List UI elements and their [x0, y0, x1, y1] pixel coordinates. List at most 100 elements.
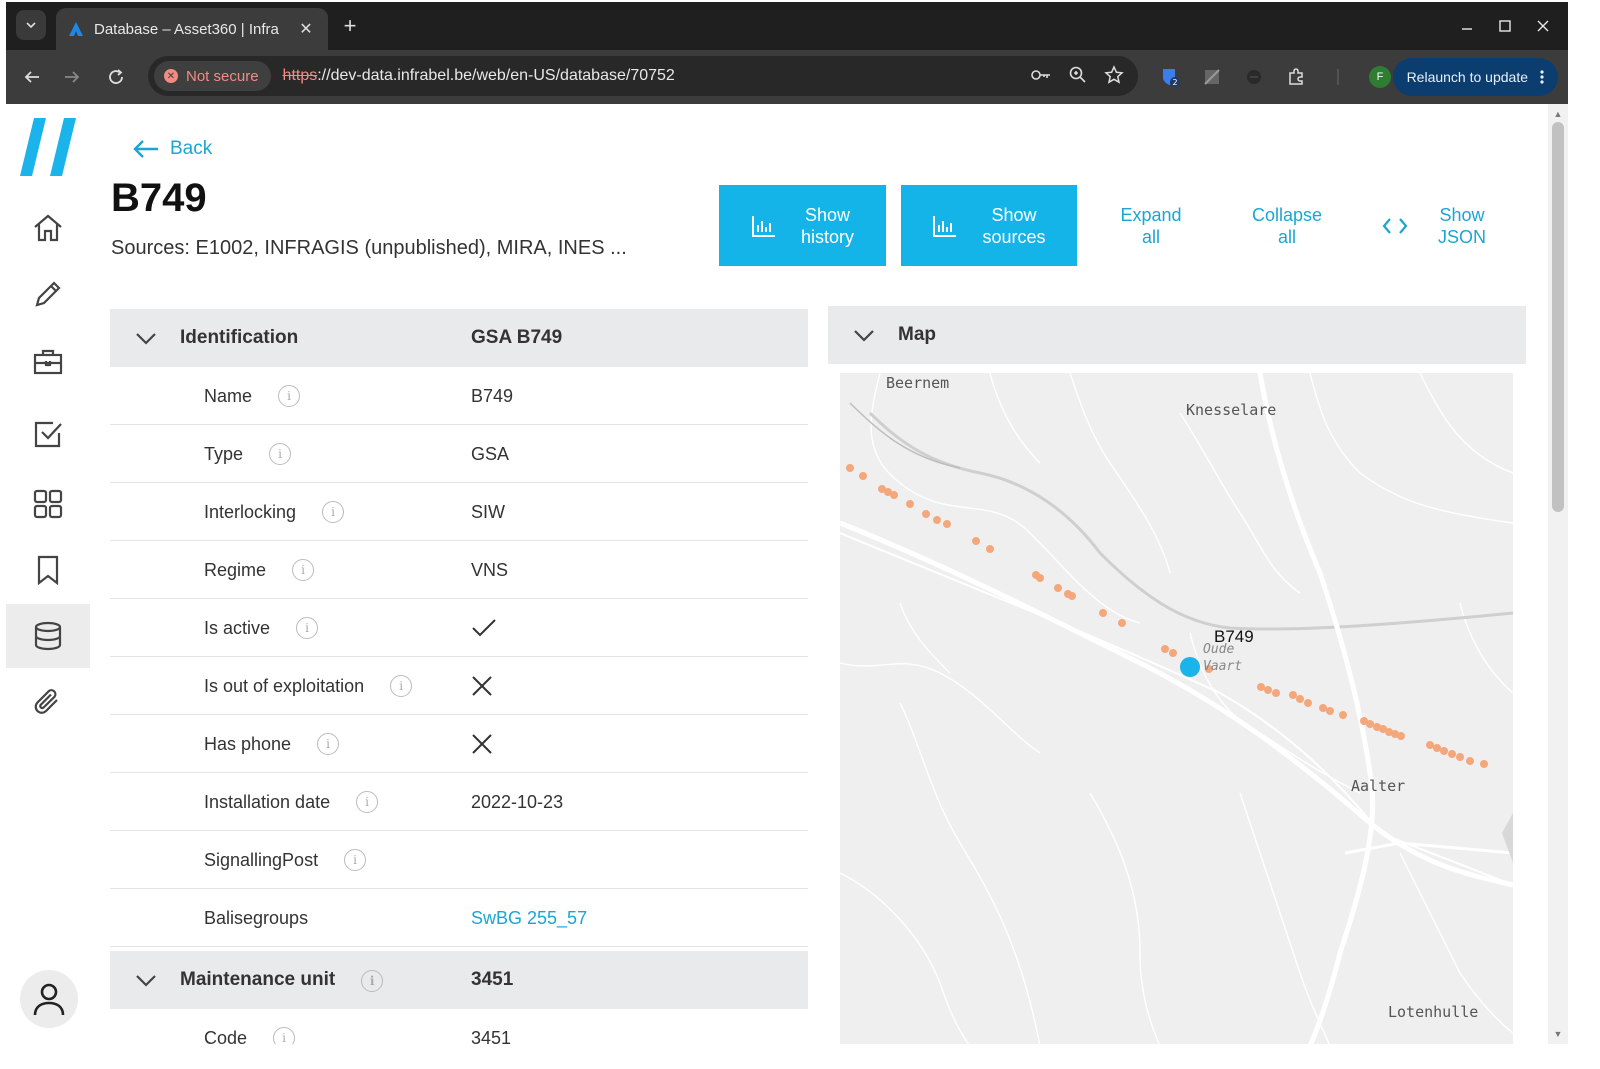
tab-title: Database – Asset360 | Infra — [94, 20, 279, 38]
table-row: SignallingPost i — [110, 831, 808, 889]
field-label: Type — [204, 443, 244, 464]
paperclip-icon — [34, 689, 58, 714]
info-icon[interactable]: i — [292, 559, 315, 581]
page-title: B749 — [111, 176, 207, 220]
asset-marker[interactable] — [1180, 657, 1200, 677]
key-icon[interactable] — [1030, 65, 1052, 90]
map-canvas[interactable]: Beernem Knesselare Aalter Lotenhulle Oud… — [840, 373, 1513, 1044]
asset360-logo-icon[interactable] — [20, 118, 80, 178]
minimize-icon[interactable] — [1448, 12, 1486, 40]
place-label: Lotenhulle — [1388, 1003, 1478, 1021]
collapse-all-button[interactable]: Collapse all — [1248, 204, 1326, 248]
sidebar — [6, 104, 90, 1044]
show-json-label: Show JSON — [1438, 205, 1487, 247]
scroll-thumb[interactable] — [1552, 122, 1564, 512]
toolbar-divider — [1324, 63, 1352, 91]
browser-chrome: Database – Asset360 | Infra ✕ + ✕ Not se… — [6, 2, 1568, 104]
maximize-icon[interactable] — [1486, 12, 1524, 40]
bar-chart-icon — [933, 215, 957, 237]
new-tab-button[interactable]: + — [336, 12, 364, 40]
info-icon[interactable]: i — [356, 791, 379, 813]
puzzle-extensions-icon[interactable] — [1282, 63, 1310, 91]
maintenance-unit-header[interactable]: Maintenance unit i 3451 — [110, 951, 808, 1009]
forward-arrow-icon[interactable] — [58, 63, 86, 91]
bookmark-star-icon[interactable] — [1104, 65, 1124, 90]
info-icon[interactable]: i — [361, 969, 384, 992]
balisegroup-link[interactable]: SwBG 255_57 — [471, 889, 587, 947]
identification-header[interactable]: Identification GSA B749 — [110, 309, 808, 367]
place-label: Beernem — [886, 374, 949, 392]
info-icon[interactable]: i — [317, 733, 340, 755]
browser-tab-active[interactable]: Database – Asset360 | Infra ✕ — [56, 8, 328, 50]
chevron-down-icon[interactable] — [134, 968, 158, 992]
sidebar-item-database[interactable] — [6, 604, 90, 668]
sidebar-item-edit[interactable] — [6, 262, 90, 326]
show-history-label: Show history — [800, 204, 854, 247]
field-label: Installation date — [204, 791, 331, 812]
page-scrollbar[interactable]: ▲ ▼ — [1548, 104, 1568, 1044]
table-row: Has phone i — [110, 715, 808, 773]
info-icon[interactable]: i — [296, 617, 319, 639]
checkbox-icon — [34, 421, 62, 448]
show-history-button[interactable]: Show history — [719, 185, 886, 266]
collapse-all-label: Collapse all — [1251, 205, 1323, 247]
show-json-button[interactable]: Show JSON — [1382, 204, 1486, 248]
tab-close-icon[interactable]: ✕ — [296, 19, 316, 39]
dsp-extension-icon[interactable] — [1240, 63, 1268, 91]
url-path: ://dev-data.infrabel.be/web/en-US/databa… — [317, 67, 675, 84]
relaunch-to-update-button[interactable]: Relaunch to update — [1392, 58, 1558, 96]
show-sources-button[interactable]: Show sources — [901, 185, 1077, 266]
back-link[interactable]: Back — [132, 138, 212, 160]
sidebar-item-home[interactable] — [6, 196, 90, 260]
chevron-down-icon[interactable] — [134, 326, 158, 350]
url-text[interactable]: https://dev-data.infrabel.be/web/en-US/d… — [283, 67, 675, 85]
cross-icon — [472, 734, 492, 754]
back-arrow-icon[interactable] — [18, 63, 46, 91]
sidebar-item-dashboard[interactable] — [6, 472, 90, 536]
zoom-icon[interactable] — [1068, 65, 1088, 90]
reload-icon[interactable] — [102, 63, 130, 91]
address-bar[interactable]: ✕ Not secure https://dev-data.infrabel.b… — [148, 56, 1138, 96]
sidebar-item-tasks[interactable] — [6, 402, 90, 466]
pencil-icon — [35, 281, 61, 307]
scroll-down-icon[interactable]: ▼ — [1548, 1026, 1568, 1042]
image-extension-icon[interactable] — [1198, 63, 1226, 91]
bookmark-icon — [37, 555, 59, 586]
field-label: Balisegroups — [204, 907, 309, 928]
tab-bar: Database – Asset360 | Infra ✕ + — [6, 2, 1568, 50]
tab-search-button[interactable] — [16, 10, 46, 40]
sidebar-item-attachments[interactable] — [6, 670, 90, 734]
info-icon[interactable]: i — [273, 1027, 296, 1044]
field-value: VNS — [471, 559, 509, 580]
sidebar-item-briefcase[interactable] — [6, 330, 90, 394]
info-icon[interactable]: i — [269, 443, 292, 465]
not-secure-chip[interactable]: ✕ Not secure — [154, 61, 271, 91]
map-label: Map — [898, 324, 936, 345]
profile-avatar[interactable]: F — [1366, 63, 1394, 91]
map-panel: Map Beernem Knesselare Aalter Lotenhulle… — [828, 306, 1526, 1044]
extension-badge: 2 — [1172, 78, 1177, 87]
scroll-up-icon[interactable]: ▲ — [1548, 106, 1568, 122]
field-label: Regime — [204, 559, 267, 580]
show-sources-label: Show sources — [982, 204, 1046, 247]
sidebar-item-bookmarks[interactable] — [6, 538, 90, 602]
cross-icon — [472, 676, 492, 696]
maintenance-unit-value: 3451 — [471, 969, 514, 990]
info-icon[interactable]: i — [278, 385, 301, 407]
table-row: Is active i — [110, 599, 808, 657]
expand-all-button[interactable]: Expand all — [1118, 204, 1184, 248]
main-content: Back B749 Sources: E1002, INFRAGIS (unpu… — [90, 104, 1548, 1044]
check-icon — [472, 619, 496, 637]
info-icon[interactable]: i — [390, 675, 413, 697]
map-header[interactable]: Map — [828, 306, 1526, 364]
field-value: 3451 — [471, 1027, 512, 1045]
database-icon — [34, 621, 62, 651]
info-icon[interactable]: i — [322, 501, 345, 523]
info-icon[interactable]: i — [344, 849, 367, 871]
user-avatar[interactable] — [20, 970, 78, 1028]
window-close-icon[interactable] — [1524, 12, 1562, 40]
shield-extension-icon[interactable]: 2 — [1156, 63, 1184, 91]
not-secure-label: Not secure — [186, 67, 259, 85]
place-label: Aalter — [1351, 777, 1405, 795]
chevron-down-icon[interactable] — [852, 323, 876, 347]
